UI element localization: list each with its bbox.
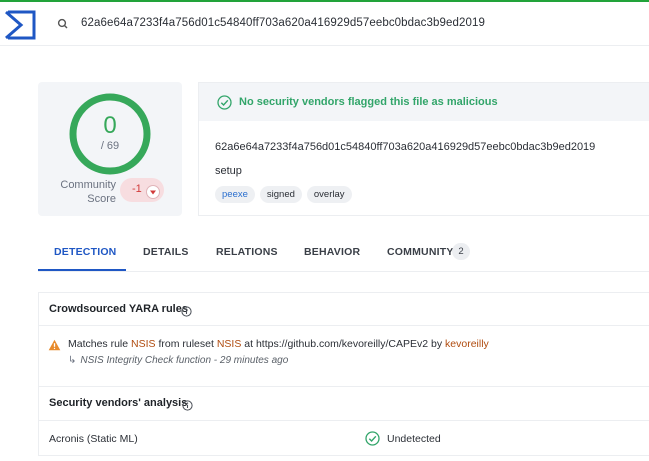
- top-header: 62a6e64a7233f4a756d01c54840ff703a620a416…: [0, 2, 649, 46]
- tab-detection[interactable]: DETECTION: [54, 246, 116, 258]
- table-row: Acronis (Static ML) Undetected: [38, 420, 649, 456]
- info-icon[interactable]: [182, 398, 193, 411]
- check-circle-icon: [365, 431, 380, 446]
- community-count-badge: 2: [452, 243, 470, 260]
- yara-description-text: NSIS Integrity Check function - 29 minut…: [80, 355, 289, 366]
- check-circle-icon: [217, 95, 232, 110]
- file-hash[interactable]: 62a6e64a7233f4a756d01c54840ff703a620a416…: [215, 141, 595, 153]
- warning-icon: [48, 338, 61, 351]
- tab-behavior[interactable]: BEHAVIOR: [304, 246, 360, 258]
- yara-rule-row: Matches rule NSIS from ruleset NSIS at h…: [39, 325, 649, 373]
- yara-match-text: Matches rule NSIS from ruleset NSIS at h…: [68, 338, 489, 350]
- rule-prefix: Matches rule: [68, 338, 129, 350]
- virustotal-logo[interactable]: [4, 10, 36, 40]
- tab-community[interactable]: COMMUNITY: [387, 246, 454, 258]
- tag-peexe[interactable]: peexe: [215, 186, 255, 203]
- search-icon[interactable]: [56, 17, 70, 31]
- detections-count: 0: [103, 112, 117, 139]
- tab-details[interactable]: DETAILS: [143, 246, 189, 258]
- community-score-value: -1: [132, 183, 142, 195]
- community-score-label: Community Score: [60, 179, 116, 205]
- verdict-banner: No security vendors flagged this file as…: [199, 83, 649, 121]
- community-score-badge: -1: [120, 178, 164, 202]
- vendor-name: Acronis (Static ML): [49, 433, 138, 445]
- ruleset-name-link[interactable]: NSIS: [217, 338, 242, 350]
- report-tabs: DETECTION DETAILS RELATIONS BEHAVIOR COM…: [38, 232, 649, 272]
- search-bar[interactable]: 62a6e64a7233f4a756d01c54840ff703a620a416…: [44, 8, 649, 40]
- info-icon[interactable]: [181, 304, 192, 317]
- vendor-result: Undetected: [387, 433, 441, 445]
- ruleset-source: at https://github.com/kevoreilly/CAPEv2 …: [244, 338, 443, 350]
- active-tab-indicator: [38, 269, 126, 271]
- detection-score-card: 0 / 69 Community Score -1: [38, 82, 182, 216]
- tag-signed[interactable]: signed: [259, 186, 302, 203]
- tab-relations[interactable]: RELATIONS: [216, 246, 278, 258]
- sub-arrow-icon: ↳: [68, 355, 77, 366]
- vendors-section-title: Security vendors' analysis: [49, 397, 188, 409]
- file-tags: peexe signed overlay: [215, 186, 352, 203]
- rule-name-link[interactable]: NSIS: [131, 338, 156, 350]
- yara-rule-description: ↳ NSIS Integrity Check function - 29 minu…: [68, 355, 288, 366]
- downvote-icon[interactable]: [146, 185, 160, 199]
- search-input[interactable]: 62a6e64a7233f4a756d01c54840ff703a620a416…: [81, 17, 485, 29]
- yara-section-title: Crowdsourced YARA rules: [49, 303, 188, 315]
- yara-section: Crowdsourced YARA rules Matches rule NSI…: [38, 292, 649, 386]
- engines-total: / 69: [100, 140, 120, 152]
- ruleset-prefix: from ruleset: [158, 338, 214, 350]
- author-link[interactable]: kevoreilly: [445, 338, 489, 350]
- verdict-text: No security vendors flagged this file as…: [239, 96, 498, 108]
- vendors-section: Security vendors' analysis: [38, 386, 649, 420]
- tag-overlay[interactable]: overlay: [306, 186, 352, 203]
- file-summary-card: No security vendors flagged this file as…: [198, 82, 649, 216]
- file-name: setup: [215, 165, 242, 177]
